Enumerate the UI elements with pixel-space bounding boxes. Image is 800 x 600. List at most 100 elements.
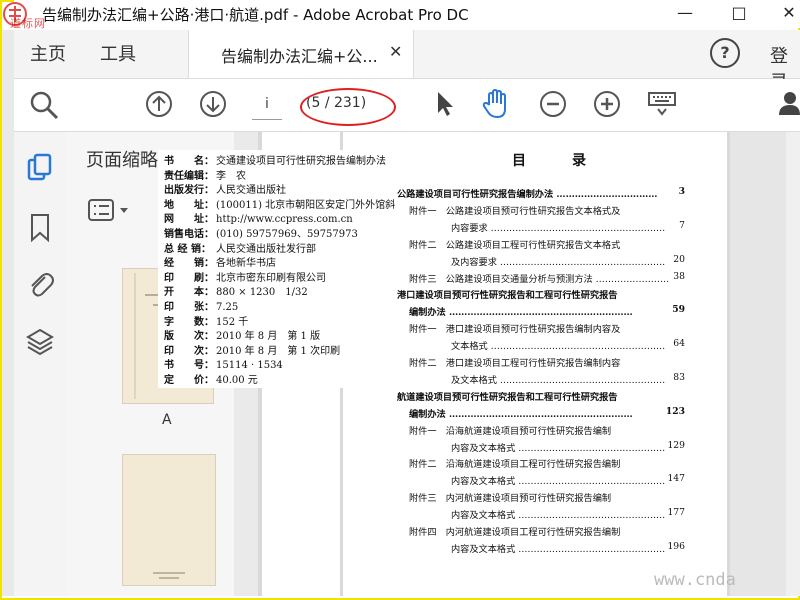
- toc-entry-text: 航道建设项目预可行性研究报告和工程可行性研究报告: [397, 391, 618, 403]
- minimize-button[interactable]: —: [670, 2, 700, 24]
- toc-entry-page: 59: [672, 304, 685, 316]
- page-down-icon[interactable]: [198, 89, 228, 119]
- page-thumbnail-next[interactable]: [122, 454, 216, 586]
- copyright-row: 地 址： (100011) 北京市朝阳区安定门外外馆斜: [164, 196, 395, 211]
- page-thumbnails-icon[interactable]: [26, 152, 54, 182]
- copyright-row-label: 责任编辑：: [164, 170, 214, 182]
- toc-entry-text: 附件一 沿海航道建设项目预可行性研究报告编制: [409, 425, 612, 437]
- toc-entry-text: 公路建设项目可行性研究报告编制办法 ……………………………: [397, 189, 658, 200]
- copyright-row-label: 网 址：: [164, 214, 214, 226]
- copyright-row-label: 开 本：: [164, 287, 214, 299]
- copyright-row: 字 数： 152 千: [164, 313, 248, 328]
- page-up-icon[interactable]: [144, 89, 174, 119]
- copyright-row: 印 次： 2010 年 8 月 第 1 次印刷: [164, 342, 340, 357]
- toc-entry[interactable]: 附件三 内河航道建设项目预可行性研究报告编制: [397, 490, 685, 504]
- copyright-row-label: 定 价：: [164, 375, 214, 386]
- toc-entry[interactable]: 附件一 沿海航道建设项目预可行性研究报告编制: [397, 423, 685, 437]
- user-icon[interactable]: [776, 89, 800, 119]
- toc-entry-text: 文本格式 …………………………………………………: [451, 341, 666, 353]
- zoom-in-icon[interactable]: [592, 89, 622, 119]
- toc-entry-text: 附件二 沿海航道建设项目工程可行性研究报告编制: [409, 459, 621, 471]
- maximize-button[interactable]: □: [724, 2, 754, 24]
- keyboard-icon[interactable]: [646, 89, 678, 119]
- toc-entry-text: 附件三 内河航道建设项目预可行性研究报告编制: [409, 493, 612, 505]
- toc-entry[interactable]: 内容要求 ………………………………………………… 7: [397, 220, 685, 234]
- copyright-row-value: (010) 59757969、59757973: [216, 229, 358, 240]
- toc-entry[interactable]: 附件一 公路建设项目预可行性研究报告文本格式及: [397, 203, 685, 217]
- site-logo-text: 道标网: [10, 17, 46, 30]
- toc-entry[interactable]: 附件四 内河航道建设项目工程可行性研究报告编制: [397, 524, 685, 538]
- toc-entry[interactable]: 编制办法 …………………………………………………… 123: [397, 406, 685, 420]
- toc-entry[interactable]: 附件三 公路建设项目交通量分析与预测方法 …………………… 38: [397, 271, 685, 285]
- toc-entry[interactable]: 港口建设项目预可行性研究报告和工程可行性研究报告: [397, 287, 685, 301]
- copyright-row: 网 址： http://www.ccpress.com.cn: [164, 210, 353, 225]
- toc-entry-text: 编制办法 ……………………………………………………: [409, 307, 633, 319]
- menu-tools[interactable]: 工具: [100, 40, 136, 66]
- list-options-icon[interactable]: [86, 196, 132, 224]
- toc-entry[interactable]: 附件二 公路建设项目工程可行性研究报告文本格式: [397, 237, 685, 251]
- toc-entry[interactable]: 内容及文本格式 ………………………………………… 129: [397, 440, 685, 454]
- zoom-search-icon[interactable]: [28, 89, 60, 121]
- copyright-row-value: 7.25: [216, 302, 239, 313]
- copyright-row: 印 刷： 北京市密东印刷有限公司: [164, 269, 326, 284]
- layers-icon[interactable]: [26, 326, 54, 358]
- toc-entry-text: 附件一 港口建设项目预可行性研究报告编制内容及: [409, 324, 621, 336]
- toc-entry[interactable]: 附件二 港口建设项目工程可行性研究报告编制内容: [397, 355, 685, 369]
- toc-entry[interactable]: 航道建设项目预可行性研究报告和工程可行性研究报告: [397, 389, 685, 403]
- window-title: 告编制办法汇编+公路·港口·航道.pdf - Adobe Acrobat Pro…: [42, 6, 469, 24]
- bookmarks-icon[interactable]: [26, 212, 54, 244]
- copyright-row-value: 15114 · 1534: [216, 360, 283, 372]
- page-number-input[interactable]: i: [252, 89, 282, 120]
- background-window-strip: [2, 30, 14, 596]
- toc-entry[interactable]: 内容及文本格式 ………………………………………… 147: [397, 473, 685, 487]
- site-watermark: www.cnda: [654, 570, 736, 590]
- toc-entry[interactable]: 内容及文本格式 ………………………………………… 177: [397, 507, 685, 521]
- copyright-row-label: 印 张：: [164, 302, 214, 313]
- toc-entry[interactable]: 文本格式 ………………………………………………… 64: [397, 338, 685, 352]
- document-tab-close-icon[interactable]: ✕: [389, 42, 402, 61]
- help-icon[interactable]: ?: [710, 38, 740, 68]
- copyright-row-label: 销售电话：: [164, 229, 214, 240]
- select-cursor-icon[interactable]: [432, 89, 456, 119]
- toc-entry[interactable]: 附件二 沿海航道建设项目工程可行性研究报告编制: [397, 456, 685, 470]
- toc-entry-page: 123: [665, 405, 685, 417]
- menu-bar: 主页 工具 告编制办法汇编+公... ✕ ? 登录: [14, 30, 800, 93]
- copyright-row: 印 张： 7.25: [164, 298, 238, 313]
- thumbnail-content: [153, 572, 185, 579]
- title-bar: 告编制办法汇编+公路·港口·航道.pdf - Adobe Acrobat Pro…: [14, 0, 800, 28]
- menu-home[interactable]: 主页: [30, 40, 66, 66]
- hand-tool-icon[interactable]: [480, 87, 512, 121]
- toolbar: i (5 / 231): [14, 79, 800, 132]
- copyright-row-value: 北京市密东印刷有限公司: [216, 272, 326, 284]
- attachments-icon[interactable]: [26, 268, 54, 300]
- toc-entry-text: 及文本格式 ………………………………………………: [451, 374, 666, 386]
- toc-entry[interactable]: 内容及文本格式 ………………………………………… 196: [397, 541, 685, 555]
- toc-entry-page: 196: [667, 540, 685, 552]
- red-annotation-ellipse: [300, 88, 396, 126]
- toc-entry[interactable]: 附件一 港口建设项目预可行性研究报告编制内容及: [397, 321, 685, 335]
- toc-entry-page: 64: [673, 338, 685, 350]
- copyright-row-label: 经 销：: [164, 258, 214, 270]
- copyright-row-value: 人民交通出版社: [216, 185, 286, 197]
- copyright-row-value: 2010 年 8 月 第 1 次印刷: [216, 345, 341, 357]
- document-tab-label: 告编制办法汇编+公...: [221, 47, 378, 66]
- toc-entry[interactable]: 公路建设项目可行性研究报告编制办法 …………………………… 3: [397, 186, 685, 200]
- toc-entry-text: 内容要求 …………………………………………………: [451, 222, 666, 234]
- toc-entry-text: 港口建设项目预可行性研究报告和工程可行性研究报告: [397, 290, 618, 302]
- copyright-row-label: 版 次：: [164, 331, 214, 343]
- copyright-row-value: (100011) 北京市朝阳区安定门外外馆斜: [216, 199, 396, 211]
- toc-entry-page: 177: [667, 507, 685, 519]
- document-scrollbar[interactable]: [786, 132, 800, 596]
- zoom-out-icon[interactable]: [538, 89, 568, 119]
- toc-entry-text: 内容及文本格式 …………………………………………: [451, 510, 666, 522]
- toc-entry-page: 129: [667, 439, 685, 451]
- document-tab[interactable]: 告编制办法汇编+公... ✕: [188, 30, 414, 78]
- close-button[interactable]: ✕: [774, 2, 800, 24]
- toc-entry[interactable]: 及内容要求 ……………………………………………… 20: [397, 254, 685, 268]
- copyright-row-label: 出版发行：: [164, 185, 214, 197]
- copyright-row-label: 书 名：: [164, 156, 214, 167]
- toc-entry[interactable]: 编制办法 …………………………………………………… 59: [397, 304, 685, 318]
- toc-entry-page: 7: [679, 219, 685, 231]
- toc-entry[interactable]: 及文本格式 ……………………………………………… 83: [397, 372, 685, 386]
- copyright-row-label: 地 址：: [164, 199, 214, 211]
